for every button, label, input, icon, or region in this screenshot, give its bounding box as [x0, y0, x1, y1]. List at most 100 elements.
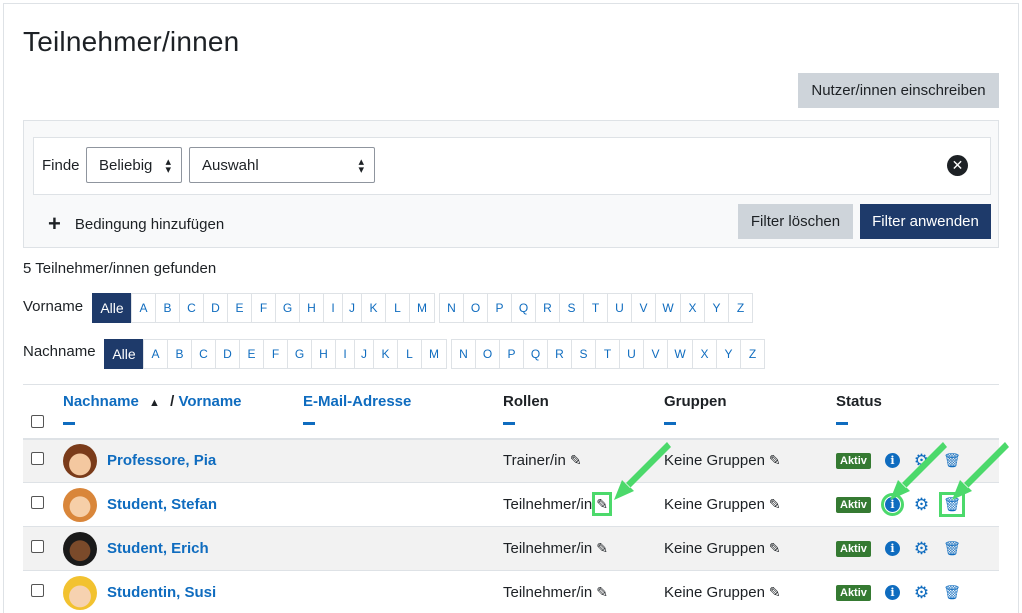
- table-row: Studentin, Susi Teilnehmer/in ✎ Keine Gru…: [23, 570, 999, 613]
- select-caret-icon: ▴ ▾: [165, 156, 171, 176]
- user-name-link[interactable]: Student, Stefan: [107, 496, 217, 513]
- lastname-initial-o[interactable]: O: [475, 339, 500, 369]
- lastname-initial-f[interactable]: F: [263, 339, 288, 369]
- firstname-initial-o[interactable]: O: [463, 293, 488, 323]
- firstname-initial-m[interactable]: M: [409, 293, 435, 323]
- firstname-initial-g[interactable]: G: [275, 293, 300, 323]
- sort-firstname-link[interactable]: Vorname: [178, 393, 241, 410]
- firstname-initial-e[interactable]: E: [227, 293, 252, 323]
- gear-icon[interactable]: ⚙: [914, 539, 929, 559]
- firstname-initial-q[interactable]: Q: [511, 293, 536, 323]
- row-checkbox[interactable]: [31, 452, 44, 466]
- edit-role-icon[interactable]: ✎: [596, 540, 608, 556]
- edit-role-icon[interactable]: ✎: [570, 452, 582, 468]
- info-icon[interactable]: i: [884, 585, 900, 600]
- firstname-initial-j[interactable]: J: [342, 293, 362, 323]
- firstname-initial-h[interactable]: H: [299, 293, 324, 323]
- lastname-initial-c[interactable]: C: [191, 339, 216, 369]
- gear-icon[interactable]: ⚙: [914, 583, 929, 603]
- plus-icon: +: [48, 211, 61, 236]
- clear-filters-button[interactable]: Filter löschen: [738, 204, 853, 239]
- filter-type-select[interactable]: Auswahl ▴ ▾: [189, 147, 375, 183]
- trash-icon[interactable]: 🗑: [943, 540, 961, 557]
- trash-icon[interactable]: 🗑: [943, 584, 961, 601]
- firstname-initial-b[interactable]: B: [155, 293, 180, 323]
- firstname-initial-y[interactable]: Y: [704, 293, 729, 323]
- user-name-link[interactable]: Professore, Pia: [107, 452, 216, 469]
- lastname-initial-g[interactable]: G: [287, 339, 312, 369]
- lastname-initial-z[interactable]: Z: [740, 339, 765, 369]
- lastname-initial-i[interactable]: I: [335, 339, 355, 369]
- edit-role-icon[interactable]: ✎: [596, 584, 608, 600]
- sort-email-link[interactable]: E-Mail-Adresse: [303, 393, 411, 410]
- firstname-initial-i[interactable]: I: [323, 293, 343, 323]
- lastname-initial-k[interactable]: K: [373, 339, 398, 369]
- firstname-initial-s[interactable]: S: [559, 293, 584, 323]
- filter-panel: Finde Beliebig ▴ ▾ Auswahl ▴ ▾ ✕ + Bedingu…: [23, 120, 999, 248]
- firstname-initial-z[interactable]: Z: [728, 293, 753, 323]
- lastname-initial-y[interactable]: Y: [716, 339, 741, 369]
- lastname-initial-v[interactable]: V: [643, 339, 668, 369]
- edit-groups-icon[interactable]: ✎: [769, 452, 781, 468]
- firstname-initial-r[interactable]: R: [535, 293, 560, 323]
- row-checkbox[interactable]: [31, 496, 44, 509]
- lastname-initial-x[interactable]: X: [692, 339, 717, 369]
- lastname-initial-w[interactable]: W: [667, 339, 693, 369]
- user-groups: Keine Gruppen: [664, 584, 765, 601]
- lastname-initial-u[interactable]: U: [619, 339, 644, 369]
- avatar: [63, 487, 97, 522]
- lastname-initial-h[interactable]: H: [311, 339, 336, 369]
- firstname-initial-x[interactable]: X: [680, 293, 705, 323]
- firstname-initial-k[interactable]: K: [361, 293, 386, 323]
- collapse-column-icon[interactable]: [664, 422, 676, 425]
- row-checkbox[interactable]: [31, 584, 44, 597]
- highlight-arrow-icon: [890, 442, 947, 500]
- remove-condition-icon[interactable]: ✕: [947, 155, 968, 176]
- firstname-initial-u[interactable]: U: [607, 293, 632, 323]
- edit-role-icon[interactable]: ✎: [592, 492, 612, 516]
- lastname-initial-l[interactable]: L: [397, 339, 422, 369]
- user-role: Teilnehmer/in: [503, 584, 593, 601]
- lastname-initial-t[interactable]: T: [595, 339, 620, 369]
- lastname-initial-e[interactable]: E: [239, 339, 264, 369]
- firstname-initial-d[interactable]: D: [203, 293, 228, 323]
- firstname-initial-v[interactable]: V: [631, 293, 656, 323]
- match-select[interactable]: Beliebig ▴ ▾: [86, 147, 182, 183]
- add-condition-button[interactable]: + Bedingung hinzufügen: [48, 211, 224, 237]
- edit-groups-icon[interactable]: ✎: [769, 540, 781, 556]
- firstname-initial-all[interactable]: Alle: [92, 293, 132, 323]
- sort-lastname-link[interactable]: Nachname: [63, 393, 139, 410]
- lastname-initial-all[interactable]: Alle: [104, 339, 144, 369]
- firstname-initial-f[interactable]: F: [251, 293, 276, 323]
- user-name-link[interactable]: Student, Erich: [107, 540, 209, 557]
- firstname-initial-p[interactable]: P: [487, 293, 512, 323]
- lastname-initial-p[interactable]: P: [499, 339, 524, 369]
- collapse-column-icon[interactable]: [836, 422, 848, 425]
- lastname-initial-a[interactable]: A: [143, 339, 168, 369]
- info-icon[interactable]: i: [884, 541, 900, 556]
- edit-groups-icon[interactable]: ✎: [769, 496, 781, 512]
- edit-groups-icon[interactable]: ✎: [769, 584, 781, 600]
- lastname-initial-d[interactable]: D: [215, 339, 240, 369]
- lastname-initial-r[interactable]: R: [547, 339, 572, 369]
- user-name-link[interactable]: Studentin, Susi: [107, 584, 216, 601]
- lastname-initial-m[interactable]: M: [421, 339, 447, 369]
- lastname-initial-q[interactable]: Q: [523, 339, 548, 369]
- enrol-users-button[interactable]: Nutzer/innen einschreiben: [798, 73, 999, 108]
- lastname-initial-j[interactable]: J: [354, 339, 374, 369]
- collapse-column-icon[interactable]: [503, 422, 515, 425]
- firstname-initial-c[interactable]: C: [179, 293, 204, 323]
- firstname-initial-a[interactable]: A: [131, 293, 156, 323]
- lastname-initial-n[interactable]: N: [451, 339, 476, 369]
- lastname-initial-b[interactable]: B: [167, 339, 192, 369]
- firstname-initial-n[interactable]: N: [439, 293, 464, 323]
- row-checkbox[interactable]: [31, 540, 44, 553]
- firstname-initial-w[interactable]: W: [655, 293, 681, 323]
- apply-filters-button[interactable]: Filter anwenden: [860, 204, 991, 239]
- firstname-initial-l[interactable]: L: [385, 293, 410, 323]
- lastname-initial-s[interactable]: S: [571, 339, 596, 369]
- collapse-column-icon[interactable]: [303, 422, 315, 425]
- collapse-column-icon[interactable]: [63, 422, 75, 425]
- firstname-initial-t[interactable]: T: [583, 293, 608, 323]
- select-all-checkbox[interactable]: [31, 415, 44, 428]
